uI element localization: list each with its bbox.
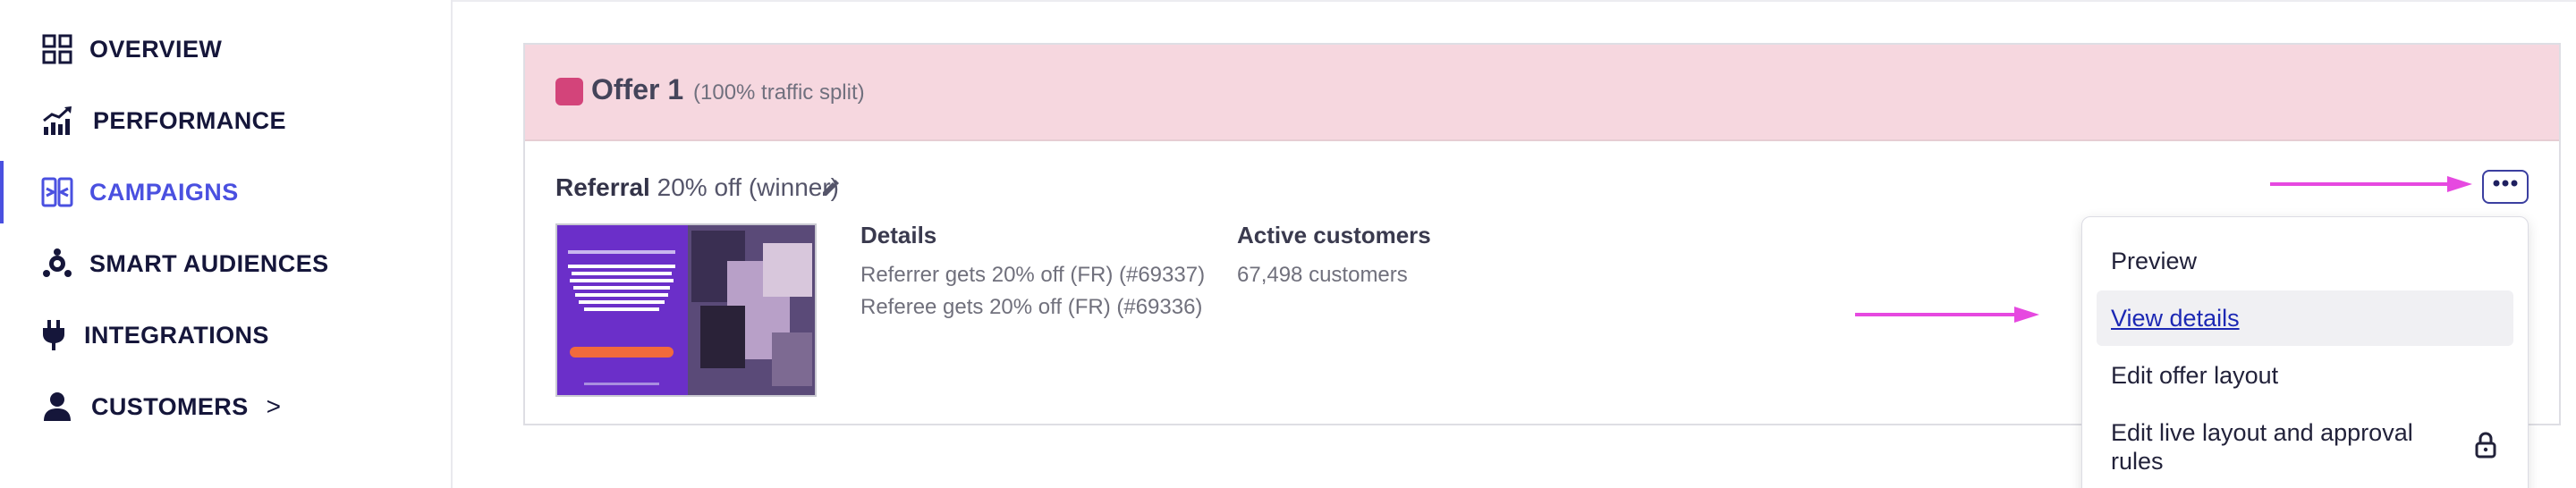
grid-icon — [39, 31, 75, 67]
audience-icon — [39, 246, 75, 282]
active-customers-value: 67,498 customers — [1237, 263, 1408, 287]
sidebar-item-performance[interactable]: PERFORMANCE — [0, 89, 453, 152]
sidebar-item-label: PERFORMANCE — [93, 106, 286, 134]
sidebar-item-integrations[interactable]: INTEGRATIONS — [0, 304, 453, 366]
offer-color-swatch — [555, 78, 583, 105]
sidebar-item-campaigns[interactable]: CAMPAIGNS — [0, 161, 453, 223]
menu-item-edit-live-layout[interactable]: Edit live layout and approval — [2111, 419, 2413, 447]
offer-title: Offer 1 — [591, 73, 684, 105]
sidebar-item-label: OVERVIEW — [89, 35, 223, 63]
offer-preview-thumbnail[interactable] — [555, 223, 817, 397]
campaigns-icon — [39, 174, 75, 210]
pencil-icon[interactable] — [820, 177, 842, 198]
more-options-button[interactable] — [2482, 170, 2529, 204]
menu-item-edit-live-layout-line2[interactable]: rules — [2111, 448, 2164, 475]
active-customers-heading: Active customers — [1237, 222, 1431, 248]
menu-item-preview[interactable]: Preview — [2111, 248, 2197, 275]
sidebar-item-label: INTEGRATIONS — [84, 321, 269, 349]
ellipsis-icon — [2492, 175, 2519, 188]
sidebar: OVERVIEW PERFORMANCE CAMPAIGNS SMART AUD… — [0, 0, 453, 488]
sidebar-item-label: SMART AUDIENCES — [89, 249, 329, 277]
annotation-arrow-icon — [2270, 176, 2472, 192]
options-dropdown-menu: Preview View details Edit offer layout E… — [2081, 216, 2529, 488]
details-heading: Details — [860, 222, 937, 248]
details-line: Referee gets 20% off (FR) (#69336) — [860, 295, 1203, 319]
sidebar-item-customers[interactable]: CUSTOMERS > — [0, 375, 453, 438]
offer-header: Offer 1 (100% traffic split) — [525, 45, 2559, 141]
referral-name: Referral — [555, 173, 650, 201]
referral-title: Referral 20% off (winner) — [555, 173, 839, 202]
sidebar-item-overview[interactable]: OVERVIEW — [0, 18, 453, 80]
person-icon — [39, 389, 75, 425]
chevron-right-icon: > — [266, 392, 282, 420]
sidebar-item-label: CUSTOMERS > — [91, 392, 282, 420]
details-line: Referrer gets 20% off (FR) (#69337) — [860, 263, 1206, 287]
offer-traffic-split: (100% traffic split) — [693, 80, 865, 105]
sidebar-item-smart-audiences[interactable]: SMART AUDIENCES — [0, 232, 453, 295]
referral-subtitle: 20% off (winner) — [657, 173, 839, 201]
chart-trend-icon — [39, 103, 75, 139]
menu-item-view-details[interactable]: View details — [2111, 305, 2240, 332]
sidebar-item-label: CAMPAIGNS — [89, 178, 239, 206]
lock-icon — [2474, 432, 2497, 459]
plug-icon — [36, 317, 72, 353]
top-divider — [453, 0, 2576, 2]
menu-item-edit-offer-layout[interactable]: Edit offer layout — [2111, 362, 2278, 390]
annotation-arrow-icon — [1855, 307, 2039, 323]
